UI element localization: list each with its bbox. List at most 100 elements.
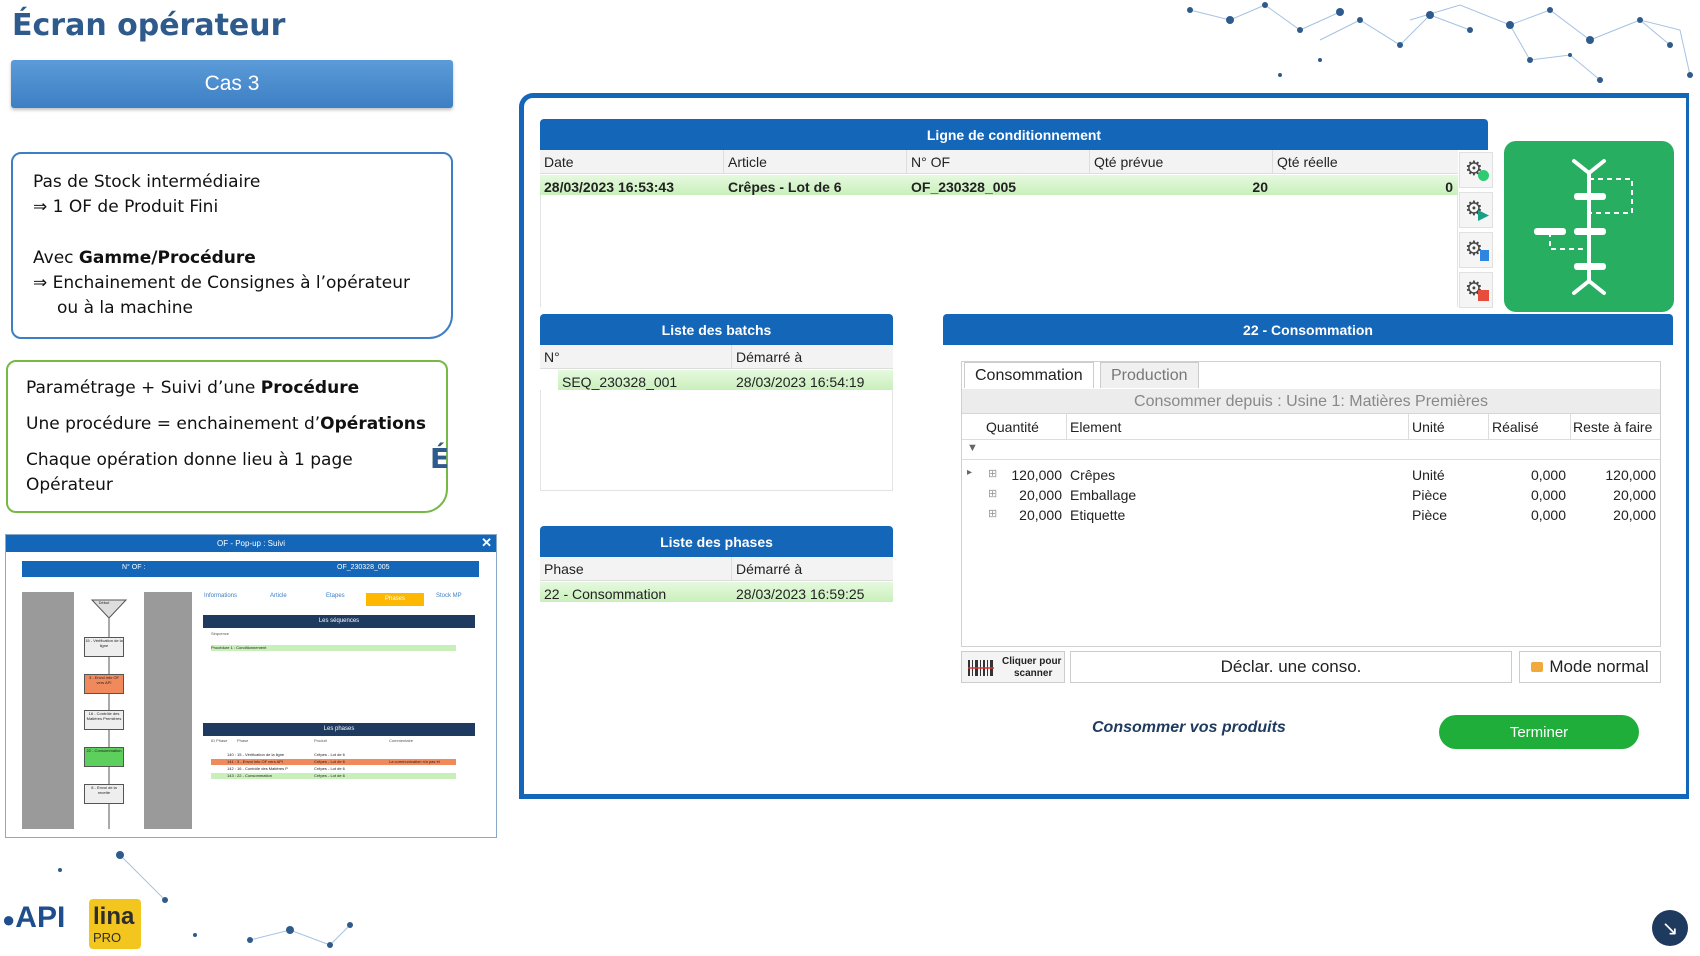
conso-row[interactable]: ▸ ⊞ 120,000 Crêpes Unité 0,000 120,000 [962, 462, 1660, 483]
phase-row[interactable]: 22 - Consommation 28/03/2023 16:59:25 [540, 582, 893, 602]
stock-info-box: Pas de Stock intermédiaire ⇒ 1 OF de Pro… [11, 152, 453, 339]
col: Phase [237, 738, 249, 743]
cell-qty-planned: 20 [1252, 179, 1268, 195]
phases-grid-header: Phase Démarré à [540, 557, 893, 581]
mini-tab[interactable]: Informations [204, 593, 237, 599]
col-header: Qté réelle [1277, 154, 1338, 170]
scan-label: scanner [1014, 668, 1053, 679]
info-line: Chaque opération donne lieu à 1 page [26, 450, 353, 470]
cell-batch-num: SEQ_230328_001 [562, 374, 678, 390]
flow-step: 8 - Envoi de la recette [84, 784, 124, 804]
cell-phase: 22 - Consommation [544, 586, 667, 602]
mode-icon [1531, 662, 1544, 672]
col: Produit [314, 738, 327, 743]
ligne-grid-header: Date Article N° OF Qté prévue Qté réelle [540, 150, 1458, 174]
network-decoration-bottom [58, 851, 353, 948]
phase-row: 142 : 16 - Contrôle des Matières P Crêpes… [211, 766, 456, 772]
of-banner: N° OF : OF_230328_005 [22, 561, 479, 577]
phases-cols: ID Phase Phase Produit Commentaire [211, 738, 456, 744]
info-bold: Gamme/Procédure [78, 248, 256, 268]
expand-icon[interactable]: ⊞ [988, 467, 997, 480]
cell-unit: Pièce [1412, 507, 1448, 523]
info-line: ⇒ Enchainement de Consignes à l’opérateu… [33, 273, 410, 293]
of-value: OF_230328_005 [337, 564, 390, 571]
info-bold: Procédure [260, 378, 360, 398]
cell: Crêpes - Lot de 6 [314, 773, 345, 778]
cell: 142 : 16 - Contrôle des Matières P [227, 766, 288, 771]
conso-row[interactable]: ⊞ 20,000 Etiquette Pièce 0,000 20,000 [962, 502, 1660, 523]
mode-button[interactable]: Mode normal [1519, 651, 1661, 683]
expand-icon[interactable]: ⊞ [988, 487, 997, 500]
sequences-header: Les séquences [203, 615, 475, 628]
cell-qty: 20,000 [1019, 507, 1062, 523]
gear-add-button[interactable] [1459, 152, 1493, 188]
cell: Crêpes - Lot de 6 [314, 759, 345, 764]
batch-row[interactable]: SEQ_230328_001 28/03/2023 16:54:19 [558, 370, 893, 390]
cell-article: Crêpes - Lot de 6 [728, 179, 842, 195]
page-title: Écran opérateur [12, 8, 286, 43]
of-label: N° OF : [122, 564, 146, 571]
cell-date: 28/03/2023 16:53:43 [544, 179, 674, 195]
gear-add-icon [1465, 156, 1489, 181]
consommation-frame: Consommation Production Consommer depuis… [961, 361, 1661, 647]
case-banner: Cas 3 [11, 60, 453, 108]
gear-stop-icon [1465, 276, 1489, 301]
flow-step: Début [98, 600, 110, 605]
navigate-arrow-icon[interactable]: ↘ [1652, 910, 1688, 946]
info-text: Paramétrage + Suivi d’une [26, 378, 261, 398]
cell-qty-actual: 0 [1445, 179, 1453, 195]
batchs-grid-header: N° Démarré à [540, 345, 893, 369]
ligne-grid-body [540, 195, 1458, 307]
gear-play-button[interactable] [1459, 192, 1493, 228]
mini-tab[interactable]: Article [270, 593, 287, 599]
gear-stop-button[interactable] [1459, 272, 1493, 308]
ligne-row[interactable]: 28/03/2023 16:53:43 Crêpes - Lot de 6 OF… [540, 175, 1458, 195]
procedure-icon[interactable] [1504, 141, 1674, 312]
mini-tab[interactable]: Stock MP [436, 593, 462, 599]
col-header: Article [728, 154, 767, 170]
cell: Crêpes - Lot de 6 [314, 766, 345, 771]
barcode-icon [968, 660, 994, 676]
popup-title-bar: OF - Pop-up : Suivi ✕ [6, 535, 496, 552]
operator-panel: Ligne de conditionnement Date Article N°… [519, 93, 1689, 799]
cell: 141 : 3 - Envoi info OF vers API [227, 759, 284, 764]
tab-consommation[interactable]: Consommation [964, 362, 1094, 388]
scan-label: Cliquer pour [1002, 656, 1062, 667]
info-text: Une procédure = enchainement d’ [26, 414, 321, 434]
declare-consumption-button[interactable]: Déclar. une conso. [1070, 651, 1512, 683]
info-text: Avec [33, 248, 79, 268]
scan-button[interactable]: Cliquer pour scanner [961, 651, 1065, 683]
cell-qty: 120,000 [1011, 467, 1062, 483]
cell-rest: 120,000 [1605, 467, 1656, 483]
conso-filter-row[interactable]: ▼ [962, 440, 1660, 460]
col-header: Réalisé [1492, 419, 1539, 435]
cell-element: Emballage [1070, 487, 1137, 503]
close-icon[interactable]: ✕ [481, 535, 492, 551]
info-line: Avec Gamme/Procédure [33, 246, 431, 271]
col-header: Element [1070, 419, 1122, 435]
mini-tab-active[interactable]: Phases [366, 593, 424, 606]
procedure-diagram-icon [1534, 159, 1633, 295]
ligne-header: Ligne de conditionnement [540, 119, 1488, 150]
cell-rest: 20,000 [1613, 507, 1656, 523]
filter-icon[interactable]: ▼ [967, 442, 978, 454]
finish-button[interactable]: Terminer [1439, 715, 1639, 749]
info-line: ou à la machine [57, 298, 193, 318]
expand-icon[interactable]: ⊞ [988, 507, 997, 520]
col-header: Démarré à [736, 349, 803, 365]
flow-step: 3 - Envoi info OF vers API [84, 674, 124, 694]
col-header: Reste à faire [1573, 419, 1653, 435]
mini-tab[interactable]: Etapes [326, 593, 345, 599]
network-decoration-top [1187, 2, 1693, 83]
phases-header: Liste des phases [540, 526, 893, 557]
cell-done: 0,000 [1530, 507, 1566, 523]
tab-production[interactable]: Production [1100, 362, 1199, 388]
cell-rest: 20,000 [1613, 487, 1656, 503]
col-header: Qté prévue [1094, 154, 1164, 170]
lina-logo: lina PRO [89, 899, 141, 949]
cell: 143 : 22 - Consommation [227, 773, 272, 778]
info-line: Une procédure = enchainement d’Opération… [26, 412, 428, 437]
col: Commentaire [389, 738, 414, 743]
gear-pause-button[interactable] [1459, 232, 1493, 268]
conso-row[interactable]: ⊞ 20,000 Emballage Pièce 0,000 20,000 [962, 482, 1660, 503]
